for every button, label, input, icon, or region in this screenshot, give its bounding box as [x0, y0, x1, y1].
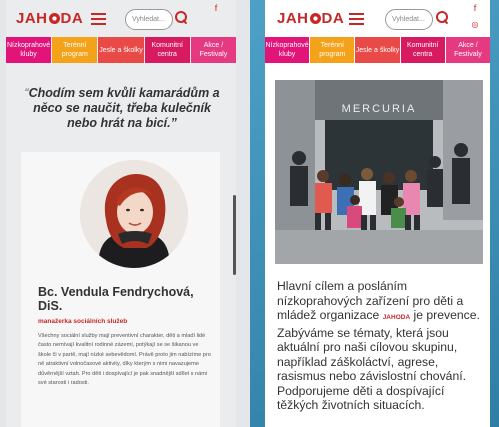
nav-jesle-a-skolky[interactable]: Jesle a školky — [355, 37, 400, 63]
nav-komunitni-centra[interactable]: Komunitní centra — [400, 37, 445, 63]
testimonial-quote: “Chodím sem kvůli kamarádům a něco se na… — [24, 86, 220, 130]
facebook-icon[interactable]: f — [211, 4, 221, 13]
site-header: JAH DA Vyhledat... f — [6, 0, 236, 36]
nav-terenni-program[interactable]: Terénní program — [52, 37, 98, 63]
jahoda-brand-text: JAHODA — [382, 314, 411, 321]
right-screen: JAH DA Vyhledat... f ◎ Nízkoprahové kluby… — [265, 0, 490, 427]
nav-jesle-a-skolky[interactable]: Jesle a školky — [98, 37, 144, 63]
nav-komunitni-centra[interactable]: Komunitní centra — [144, 37, 190, 63]
menu-icon[interactable] — [91, 13, 106, 25]
strawberry-flower-icon — [309, 13, 321, 24]
instagram-icon[interactable]: ◎ — [470, 20, 480, 29]
site-header: JAH DA Vyhledat... f ◎ — [265, 0, 490, 36]
mission-text: Hlavní cílem a posláním nízkoprahových z… — [277, 279, 480, 412]
strawberry-flower-icon — [48, 13, 60, 24]
jahoda-logo[interactable]: JAH DA — [16, 10, 83, 27]
main-nav: Nízkoprahové kluby Terénní program Jesle… — [265, 37, 490, 63]
search-icon[interactable] — [435, 10, 449, 24]
mercuria-sign: MERCURIA — [342, 103, 417, 115]
search-input[interactable]: Vyhledat... — [385, 9, 433, 30]
group-photo: MERCURIA — [275, 80, 483, 264]
staff-bio: Všechny sociální služby mají preventivní… — [38, 333, 211, 387]
nav-akce-festivaly[interactable]: Akce / Festivaly — [190, 37, 236, 63]
nav-nizkoprahove-kluby[interactable]: Nízkoprahové kluby — [6, 37, 52, 63]
search-input[interactable]: Vyhledat... — [125, 9, 173, 30]
main-nav: Nízkoprahové kluby Terénní program Jesle… — [6, 37, 236, 63]
avatar — [80, 160, 188, 268]
staff-name: Bc. Vendula Fendrychová, DiS. — [38, 285, 194, 313]
left-screen: JAH DA Vyhledat... f Nízkoprahové kluby T… — [6, 0, 236, 427]
staff-card: Bc. Vendula Fendrychová, DiS. manažerka … — [21, 152, 220, 427]
facebook-icon[interactable]: f — [470, 4, 480, 13]
scrollbar[interactable] — [233, 195, 236, 275]
nav-terenni-program[interactable]: Terénní program — [310, 37, 355, 63]
nav-akce-festivaly[interactable]: Akce / Festivaly — [445, 37, 490, 63]
jahoda-logo[interactable]: JAH DA — [277, 10, 344, 27]
staff-role: manažerka sociálních služeb — [38, 318, 128, 325]
search-icon[interactable] — [174, 10, 188, 24]
menu-icon[interactable] — [349, 13, 364, 25]
nav-nizkoprahove-kluby[interactable]: Nízkoprahové kluby — [265, 37, 310, 63]
